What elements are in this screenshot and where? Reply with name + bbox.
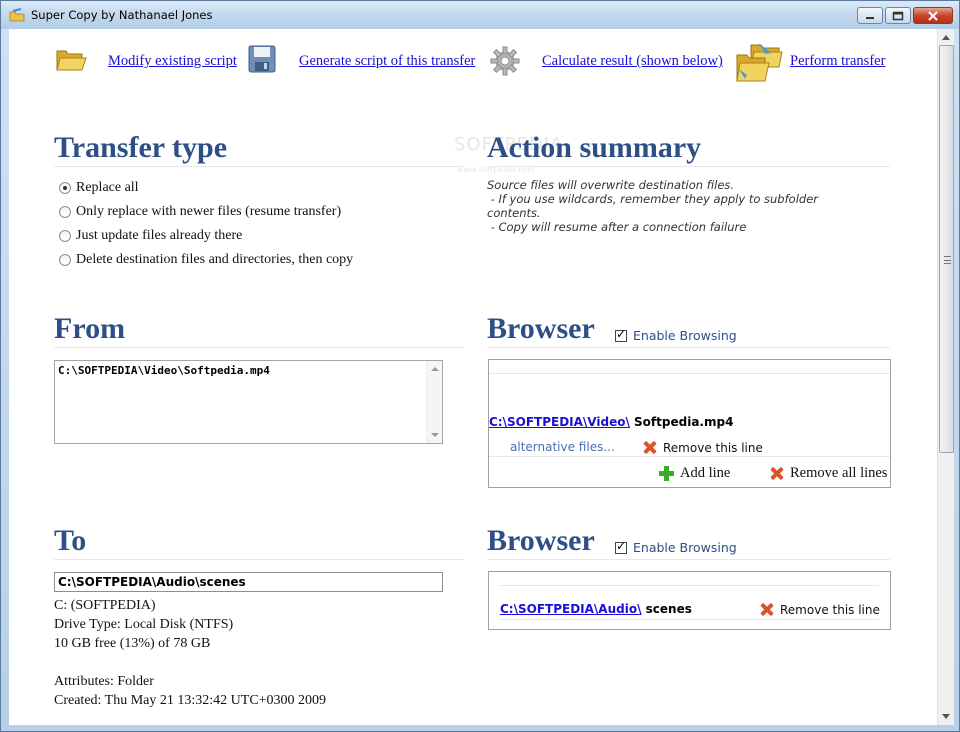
browser-from-heading: Browser (487, 312, 595, 345)
divider (54, 347, 464, 348)
scrollbar-thumb[interactable] (939, 45, 954, 453)
minimize-icon (866, 16, 874, 19)
radio-label: Delete destination files and directories… (76, 252, 354, 267)
enable-browsing-label: Enable Browsing (633, 328, 737, 343)
from-heading: From (54, 312, 126, 345)
remove-all-lines-button[interactable]: Remove all lines (769, 465, 887, 482)
floppy-save-icon[interactable] (247, 44, 277, 74)
path-file: Softpedia.mp4 (629, 415, 734, 429)
folder-created: Created: Thu May 21 13:32:42 UTC+0300 20… (54, 693, 327, 708)
action-summary-heading: Action summary (487, 131, 702, 164)
enable-browsing-to[interactable]: Enable Browsing (615, 539, 737, 555)
radio-replace-newer[interactable]: Only replace with newer files (resume tr… (59, 204, 341, 220)
window-title: Super Copy by Nathanael Jones (31, 8, 213, 22)
radio-button[interactable] (59, 254, 71, 266)
divider (489, 373, 890, 374)
divider (499, 619, 879, 620)
main-content: Modify existing script Generate script o… (9, 29, 937, 725)
divider (54, 559, 464, 560)
radio-replace-all[interactable]: Replace all (59, 180, 139, 196)
enable-browsing-checkbox[interactable] (615, 327, 627, 342)
transfer-type-heading: Transfer type (54, 131, 228, 164)
app-icon (9, 8, 25, 22)
divider (54, 166, 464, 167)
from-textarea[interactable]: C:\SOFTPEDIA\Video\Softpedia.mp4 (54, 360, 443, 444)
remove-line-label: Remove this line (780, 602, 880, 617)
scroll-down-icon[interactable] (431, 433, 439, 437)
scroll-up-icon[interactable] (431, 367, 439, 371)
from-textarea-scrollbar[interactable] (426, 361, 442, 443)
path-link-video[interactable]: C:\SOFTPEDIA\Video\ (489, 415, 630, 429)
radio-button[interactable] (59, 206, 71, 218)
folders-transfer-icon[interactable] (735, 41, 783, 85)
to-heading: To (54, 524, 87, 557)
action-summary-text: Source files will overwrite destination … (487, 178, 818, 234)
modify-script-link[interactable]: Modify existing script (108, 53, 237, 70)
radio-button[interactable] (59, 182, 71, 194)
browser-from-panel: C:\SOFTPEDIA\Video\ Softpedia.mp4 altern… (488, 359, 891, 488)
remove-x-icon (769, 466, 784, 481)
radio-label: Replace all (76, 180, 139, 195)
browser-to-path: C:\SOFTPEDIA\Audio\ scenes (500, 602, 692, 616)
app-window: Super Copy by Nathanael Jones Modify exi… (0, 0, 960, 732)
enable-browsing-from[interactable]: Enable Browsing (615, 327, 737, 343)
add-line-button[interactable]: Add line (659, 465, 730, 482)
to-path-input[interactable]: C:\SOFTPEDIA\Audio\scenes (54, 572, 443, 592)
folder-attributes: Attributes: Folder (54, 674, 154, 689)
calculate-result-link[interactable]: Calculate result (shown below) (542, 53, 723, 70)
path-file: scenes (641, 602, 692, 616)
scroll-down-icon[interactable] (942, 714, 950, 719)
maximize-icon (892, 11, 904, 20)
close-button[interactable] (913, 7, 953, 24)
browser-to-panel: C:\SOFTPEDIA\Audio\ scenes Remove this l… (488, 571, 891, 630)
divider (489, 456, 890, 457)
radio-delete-then-copy[interactable]: Delete destination files and directories… (59, 252, 353, 268)
remove-all-label: Remove all lines (790, 465, 888, 481)
remove-line-button[interactable]: Remove this line (642, 440, 763, 455)
scroll-up-icon[interactable] (942, 35, 950, 40)
radio-label: Just update files already there (76, 228, 243, 243)
remove-x-icon (642, 440, 657, 455)
divider (487, 347, 890, 348)
gear-icon[interactable] (489, 45, 521, 77)
grip-icon (944, 256, 951, 264)
vertical-scrollbar[interactable] (937, 29, 954, 725)
remove-line-button[interactable]: Remove this line (759, 602, 880, 617)
divider (499, 585, 879, 586)
remove-x-icon (759, 602, 774, 617)
divider (487, 166, 890, 167)
minimize-button[interactable] (857, 7, 883, 24)
perform-transfer-link[interactable]: Perform transfer (790, 53, 885, 70)
maximize-button[interactable] (885, 7, 911, 24)
alternative-files-link[interactable]: alternative files... (510, 440, 615, 454)
browser-to-heading: Browser (487, 524, 595, 557)
path-link-audio[interactable]: C:\SOFTPEDIA\Audio\ (500, 602, 641, 616)
drive-free-space: 10 GB free (13%) of 78 GB (54, 636, 211, 651)
radio-button[interactable] (59, 230, 71, 242)
drive-type: Drive Type: Local Disk (NTFS) (54, 617, 234, 632)
browser-from-path: C:\SOFTPEDIA\Video\ Softpedia.mp4 (489, 415, 733, 429)
add-plus-icon (659, 466, 674, 481)
divider (487, 559, 890, 560)
drive-label: C: (SOFTPEDIA) (54, 598, 156, 613)
close-icon (928, 10, 938, 21)
from-value: C:\SOFTPEDIA\Video\Softpedia.mp4 (58, 364, 270, 377)
title-bar[interactable]: Super Copy by Nathanael Jones (1, 1, 959, 29)
enable-browsing-checkbox[interactable] (615, 539, 627, 554)
radio-label: Only replace with newer files (resume tr… (76, 204, 342, 219)
add-line-label: Add line (680, 465, 731, 481)
enable-browsing-label: Enable Browsing (633, 540, 737, 555)
folder-open-icon[interactable] (55, 47, 87, 73)
remove-line-label: Remove this line (663, 440, 763, 455)
radio-update-existing[interactable]: Just update files already there (59, 228, 242, 244)
generate-script-link[interactable]: Generate script of this transfer (299, 53, 475, 70)
